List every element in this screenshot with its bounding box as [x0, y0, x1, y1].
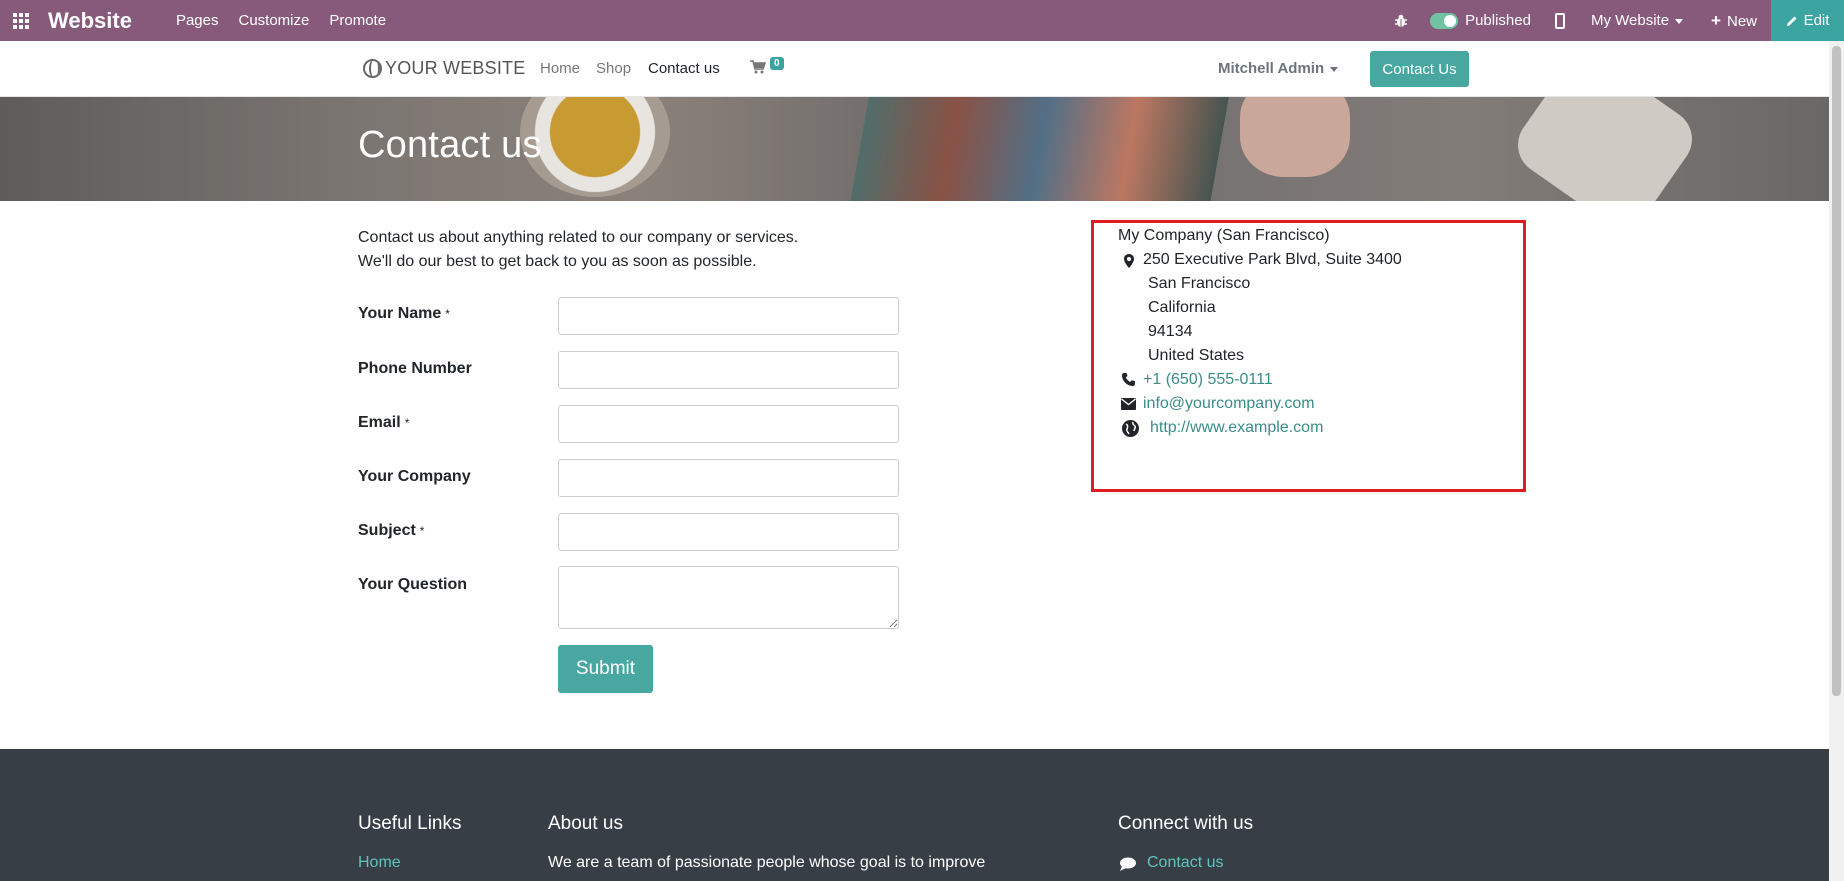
- intro-line-1: Contact us about anything related to our…: [358, 229, 799, 246]
- hero-banner: [0, 97, 1829, 201]
- site-header: YOUR WEBSITE Home Shop Contact us 0 Mitc…: [0, 41, 1829, 97]
- new-button[interactable]: + New: [1711, 11, 1757, 31]
- map-marker-icon: [1124, 254, 1134, 268]
- company-city: San Francisco: [1148, 275, 1251, 292]
- intro-text: Contact us about anything related to our…: [358, 226, 798, 274]
- company-input[interactable]: [558, 459, 899, 497]
- footer-about-title: About us: [548, 813, 623, 834]
- hero-image-photos: [849, 97, 1231, 201]
- menu-promote[interactable]: Promote: [329, 12, 386, 29]
- footer: Useful Links Home About us We are a team…: [0, 749, 1829, 881]
- scrollbar-thumb[interactable]: [1832, 46, 1841, 696]
- company-label: Your Company: [358, 468, 471, 485]
- email-input[interactable]: [558, 405, 899, 443]
- hero-image-tea: [520, 97, 670, 197]
- website-selector[interactable]: My Website: [1591, 12, 1684, 29]
- footer-connect-title: Connect with us: [1118, 813, 1254, 834]
- page-title: Contact us: [358, 124, 542, 166]
- subject-input[interactable]: [558, 513, 899, 551]
- company-website-link[interactable]: http://www.example.com: [1150, 419, 1323, 437]
- mobile-preview-icon[interactable]: [1554, 12, 1565, 29]
- nav-home[interactable]: Home: [540, 60, 580, 77]
- pencil-icon: [1786, 16, 1797, 26]
- edit-button[interactable]: Edit: [1771, 0, 1844, 41]
- menu-customize[interactable]: Customize: [239, 12, 310, 29]
- intro-line-2: We'll do our best to get back to you as …: [358, 253, 757, 270]
- hero-image-roll: [1506, 97, 1704, 201]
- phone-input[interactable]: [558, 351, 899, 389]
- globe-icon: [363, 59, 382, 78]
- shopping-cart-icon[interactable]: [750, 60, 766, 74]
- user-menu[interactable]: Mitchell Admin: [1218, 60, 1339, 77]
- published-toggle[interactable]: [1430, 12, 1459, 29]
- email-label: Email *: [358, 414, 410, 431]
- apps-menu-button[interactable]: [0, 0, 42, 41]
- question-textarea[interactable]: [558, 566, 899, 629]
- company-zip: 94134: [1148, 323, 1193, 340]
- plus-icon: +: [1711, 10, 1721, 30]
- company-state: California: [1148, 299, 1216, 316]
- company-email-link[interactable]: info@yourcompany.com: [1143, 395, 1315, 413]
- page-scrollbar[interactable]: [1829, 41, 1844, 881]
- footer-useful-links-title: Useful Links: [358, 813, 462, 834]
- footer-about-text: We are a team of passionate people whose…: [548, 854, 986, 871]
- chevron-down-icon: [1330, 66, 1339, 72]
- name-label: Your Name *: [358, 305, 450, 322]
- hero-image-hand: [1240, 97, 1350, 177]
- app-title[interactable]: Website: [48, 8, 132, 34]
- debug-bug-icon[interactable]: [1394, 14, 1408, 28]
- nav-contact-us[interactable]: Contact us: [648, 60, 720, 77]
- cart-count-badge: 0: [770, 57, 784, 70]
- envelope-icon: [1121, 398, 1136, 410]
- chevron-down-icon: [1675, 18, 1684, 24]
- name-input[interactable]: [558, 297, 899, 335]
- published-label[interactable]: Published: [1465, 12, 1531, 29]
- comment-icon: [1120, 857, 1136, 871]
- company-street: 250 Executive Park Blvd, Suite 3400: [1143, 251, 1402, 268]
- footer-link-home[interactable]: Home: [358, 854, 401, 872]
- question-label: Your Question: [358, 576, 468, 593]
- site-logo[interactable]: YOUR WEBSITE: [363, 58, 525, 79]
- admin-navbar: Website Pages Customize Promote Publishe…: [0, 0, 1844, 41]
- contact-us-button[interactable]: Contact Us: [1370, 51, 1469, 87]
- menu-pages[interactable]: Pages: [176, 12, 219, 29]
- footer-link-contact-us[interactable]: Contact us: [1147, 854, 1223, 872]
- phone-label: Phone Number: [358, 360, 472, 377]
- nav-shop[interactable]: Shop: [596, 60, 631, 77]
- company-phone-link[interactable]: +1 (650) 555-0111: [1143, 371, 1273, 389]
- company-country: United States: [1148, 347, 1245, 364]
- submit-button[interactable]: Submit: [558, 645, 653, 693]
- company-name: My Company (San Francisco): [1118, 227, 1330, 244]
- globe-icon: [1122, 420, 1139, 437]
- apps-grid-icon: [13, 12, 29, 29]
- subject-label: Subject *: [358, 522, 425, 539]
- phone-icon: [1122, 373, 1135, 386]
